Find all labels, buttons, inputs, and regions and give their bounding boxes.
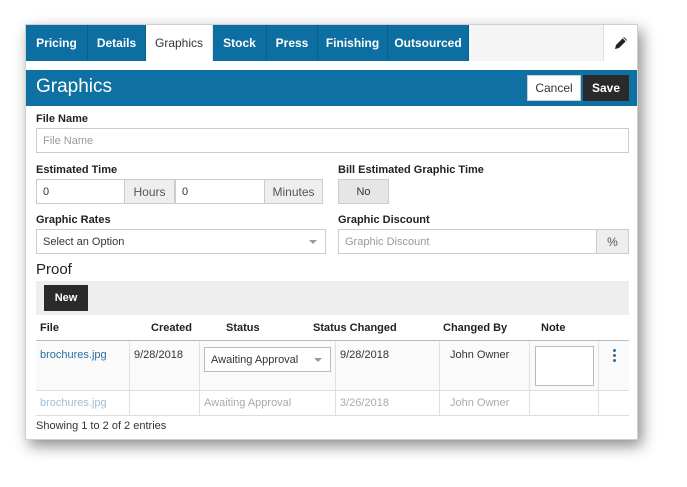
tab-bar: Pricing Details Graphics Stock Press Fin…	[26, 25, 637, 61]
file-link[interactable]: brochures.jpg	[40, 349, 107, 361]
minutes-input[interactable]: 0	[175, 179, 265, 204]
table-row: brochures.jpg Awaiting Approval 3/26/201…	[36, 391, 629, 416]
hours-input[interactable]: 0	[36, 179, 125, 204]
column-note[interactable]: Note	[541, 322, 565, 334]
note-field[interactable]	[535, 346, 594, 386]
graphic-rates-select[interactable]: Select an Option	[36, 229, 326, 254]
graphic-discount-input[interactable]: Graphic Discount	[338, 229, 597, 254]
status-changed-date: 9/28/2018	[340, 349, 389, 361]
column-status[interactable]: Status	[226, 322, 260, 334]
graphic-rates-label: Graphic Rates	[36, 214, 111, 226]
tab-pricing[interactable]: Pricing	[26, 25, 88, 61]
proof-toolbar: New	[36, 281, 629, 315]
column-created[interactable]: Created	[151, 322, 192, 334]
table-row: brochures.jpg 9/28/2018 Awaiting Approva…	[36, 341, 629, 391]
bill-time-label: Bill Estimated Graphic Time	[338, 164, 484, 176]
edit-button[interactable]	[603, 25, 637, 61]
graphic-rates-value: Select an Option	[43, 235, 125, 248]
created-date: 9/28/2018	[134, 349, 183, 361]
new-proof-button[interactable]: New	[44, 285, 88, 311]
column-status-changed[interactable]: Status Changed	[313, 322, 397, 334]
column-changed-by[interactable]: Changed By	[443, 322, 507, 334]
status-value: Awaiting Approval	[211, 353, 299, 366]
cancel-button[interactable]: Cancel	[527, 75, 581, 101]
status-text: Awaiting Approval	[204, 397, 292, 409]
tab-outsourced[interactable]: Outsourced	[388, 25, 469, 61]
tab-press[interactable]: Press	[267, 25, 318, 61]
proof-title: Proof	[36, 261, 72, 278]
status-select[interactable]: Awaiting Approval	[204, 347, 331, 372]
estimated-time-label: Estimated Time	[36, 164, 118, 176]
minutes-addon: Minutes	[264, 179, 323, 204]
kebab-menu-icon[interactable]	[611, 349, 617, 365]
tab-graphics[interactable]: Graphics	[146, 25, 213, 61]
hours-addon: Hours	[124, 179, 175, 204]
tab-details[interactable]: Details	[88, 25, 146, 61]
file-name-input[interactable]: File Name	[36, 128, 629, 153]
section-header: Graphics Cancel Save	[26, 70, 637, 106]
tab-stock[interactable]: Stock	[213, 25, 267, 61]
bill-time-toggle[interactable]: No	[338, 179, 389, 204]
graphics-panel: Pricing Details Graphics Stock Press Fin…	[25, 24, 638, 440]
chevron-down-icon	[309, 240, 317, 244]
graphic-discount-label: Graphic Discount	[338, 214, 430, 226]
file-name-label: File Name	[36, 113, 88, 125]
pencil-icon	[614, 37, 627, 49]
table-info: Showing 1 to 2 of 2 entries	[36, 420, 167, 432]
proof-table-header: File Created Status Status Changed Chang…	[36, 317, 629, 341]
tab-finishing[interactable]: Finishing	[318, 25, 388, 61]
save-button[interactable]: Save	[583, 75, 629, 101]
section-title: Graphics	[36, 76, 113, 97]
column-file[interactable]: File	[40, 322, 59, 334]
status-changed-date: 3/26/2018	[340, 397, 389, 409]
changed-by: John Owner	[450, 349, 510, 361]
changed-by: John Owner	[450, 397, 510, 409]
chevron-down-icon	[314, 358, 322, 362]
percent-addon: %	[596, 229, 629, 254]
file-link[interactable]: brochures.jpg	[40, 397, 107, 409]
